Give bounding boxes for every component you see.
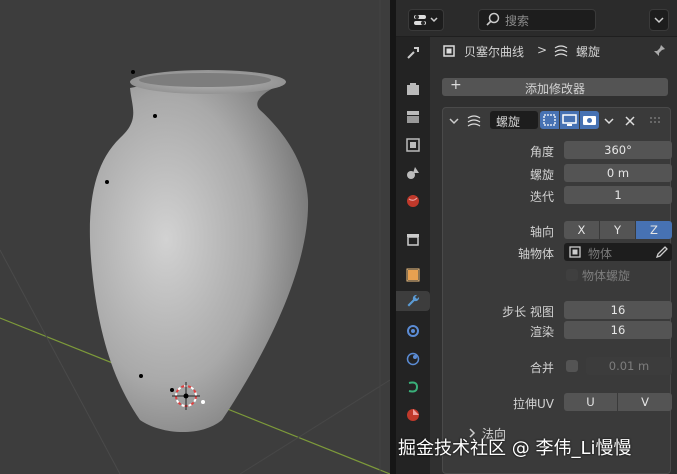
tab-render[interactable] xyxy=(403,79,423,99)
search-placeholder: 搜索 xyxy=(505,14,530,28)
axis-label: 轴向 xyxy=(529,225,554,239)
steps-viewport-label: 步长 视图 xyxy=(502,305,554,319)
axis-x-button[interactable]: X xyxy=(564,221,599,239)
add-modifier-label: 添加修改器 xyxy=(524,82,585,96)
output-icon xyxy=(407,111,419,123)
object-screw-label: 物体螺旋 xyxy=(582,269,631,283)
merge-distance-field[interactable]: 0.01 m xyxy=(586,357,672,375)
search-field[interactable]: 搜索 xyxy=(478,9,596,31)
close-icon[interactable] xyxy=(624,115,636,127)
editor-type-button[interactable] xyxy=(408,9,444,31)
data-icon xyxy=(407,409,419,421)
stretch-u-toggle[interactable]: U xyxy=(564,393,617,411)
eyedropper-icon[interactable] xyxy=(654,245,668,259)
3d-viewport[interactable] xyxy=(0,0,390,474)
properties-tabs xyxy=(396,37,430,474)
camera-icon xyxy=(583,116,596,125)
render-steps-field[interactable]: 16 xyxy=(564,321,672,339)
angle-label: 角度 xyxy=(529,145,554,159)
modifier-panel: 贝塞尔曲线 > 螺旋 + 添加修改器 螺旋 角度 360° 螺旋 0 m 迭代 … xyxy=(430,37,677,474)
constraints-icon xyxy=(408,381,419,393)
screw-field[interactable]: 0 m xyxy=(564,164,672,182)
grid-line xyxy=(239,379,390,474)
steps-viewport-field[interactable]: 16 xyxy=(564,301,672,319)
world-icon xyxy=(407,195,419,207)
properties-header: 搜索 xyxy=(396,0,677,37)
iterations-label: 迭代 xyxy=(529,190,554,204)
tab-physics[interactable] xyxy=(403,349,423,369)
search-icon xyxy=(486,12,500,26)
tab-scene[interactable] xyxy=(403,163,423,183)
properties-editor: 搜索 贝塞尔曲线 > 螺旋 + 添加修改器 螺旋 角度 360° 螺旋 0 m … xyxy=(396,0,677,474)
watermark: 掘金技术社区 @ 李伟_Li慢慢 xyxy=(398,438,632,459)
monitor-icon xyxy=(562,114,577,126)
object-icon xyxy=(406,268,420,282)
vase-opening xyxy=(139,73,271,87)
particles-icon xyxy=(407,325,419,337)
control-point xyxy=(139,374,143,378)
modifier-wrench-icon xyxy=(407,294,420,307)
tab-particles[interactable] xyxy=(403,321,423,341)
view-layer-icon xyxy=(406,138,420,152)
stretch-v-toggle[interactable]: V xyxy=(618,393,672,411)
render-toggle[interactable] xyxy=(580,111,599,129)
screw-label: 螺旋 xyxy=(529,168,554,182)
tab-constraints[interactable] xyxy=(403,377,423,397)
control-point xyxy=(170,388,174,392)
options-dropdown[interactable] xyxy=(649,9,669,31)
breadcrumb-object: 贝塞尔曲线 xyxy=(464,45,525,59)
properties-editor-icon xyxy=(414,15,438,25)
modifier-menu-chevron-icon[interactable] xyxy=(602,114,616,128)
iterations-field[interactable]: 1 xyxy=(564,186,672,204)
render-steps-label: 渲染 xyxy=(529,325,554,339)
collection-icon xyxy=(407,234,419,246)
pin-icon[interactable] xyxy=(652,44,666,58)
vase-body xyxy=(89,81,309,433)
add-modifier-button[interactable]: + 添加修改器 xyxy=(442,77,668,96)
viewport-scene xyxy=(0,0,390,474)
render-icon xyxy=(407,83,419,95)
chevron-down-icon xyxy=(654,17,664,24)
drag-handle-icon[interactable] xyxy=(649,116,663,126)
tab-object[interactable] xyxy=(403,265,423,285)
scene-icon xyxy=(407,167,419,179)
viewport-display-toggle[interactable] xyxy=(560,111,579,129)
edit-mode-toggle[interactable] xyxy=(540,111,559,129)
control-point xyxy=(105,180,109,184)
axis-object-label: 轴物体 xyxy=(517,247,554,261)
tab-view-layer[interactable] xyxy=(403,135,423,155)
screw-modifier-box xyxy=(442,107,671,474)
axis-y-button[interactable]: Y xyxy=(600,221,635,239)
tab-modifiers[interactable] xyxy=(396,291,430,311)
object-screw-checkbox[interactable] xyxy=(566,269,578,281)
collapse-chevron-icon[interactable] xyxy=(448,115,460,127)
axis-z-button[interactable]: Z xyxy=(636,221,672,239)
breadcrumb-modifier: 螺旋 xyxy=(576,45,601,59)
modifier-name: 螺旋 xyxy=(496,115,521,129)
merge-label: 合并 xyxy=(529,361,554,375)
axis-object-placeholder: 物体 xyxy=(588,247,613,261)
tab-collection[interactable] xyxy=(403,229,423,249)
breadcrumb: 贝塞尔曲线 > 螺旋 xyxy=(430,37,677,63)
tool-icon xyxy=(407,47,419,59)
breadcrumb-separator: > xyxy=(537,43,548,57)
screw-modifier-icon xyxy=(467,115,481,127)
object-field-icon xyxy=(569,246,581,258)
angle-field[interactable]: 360° xyxy=(564,141,672,159)
modifier-name-field[interactable]: 螺旋 xyxy=(490,111,538,129)
physics-icon xyxy=(406,352,420,366)
merge-checkbox[interactable] xyxy=(566,360,578,372)
tab-world[interactable] xyxy=(403,191,423,211)
control-point xyxy=(131,70,135,74)
stretch-uv-label: 拉伸UV xyxy=(513,397,554,411)
curve-object-icon xyxy=(443,45,455,57)
tab-data[interactable] xyxy=(403,405,423,425)
screw-modifier-icon xyxy=(554,45,568,57)
tab-tool[interactable] xyxy=(403,43,423,63)
axis-object-field[interactable]: 物体 xyxy=(564,243,672,261)
tab-output[interactable] xyxy=(403,107,423,127)
edit-mode-icon xyxy=(543,114,556,126)
control-point xyxy=(153,114,157,118)
